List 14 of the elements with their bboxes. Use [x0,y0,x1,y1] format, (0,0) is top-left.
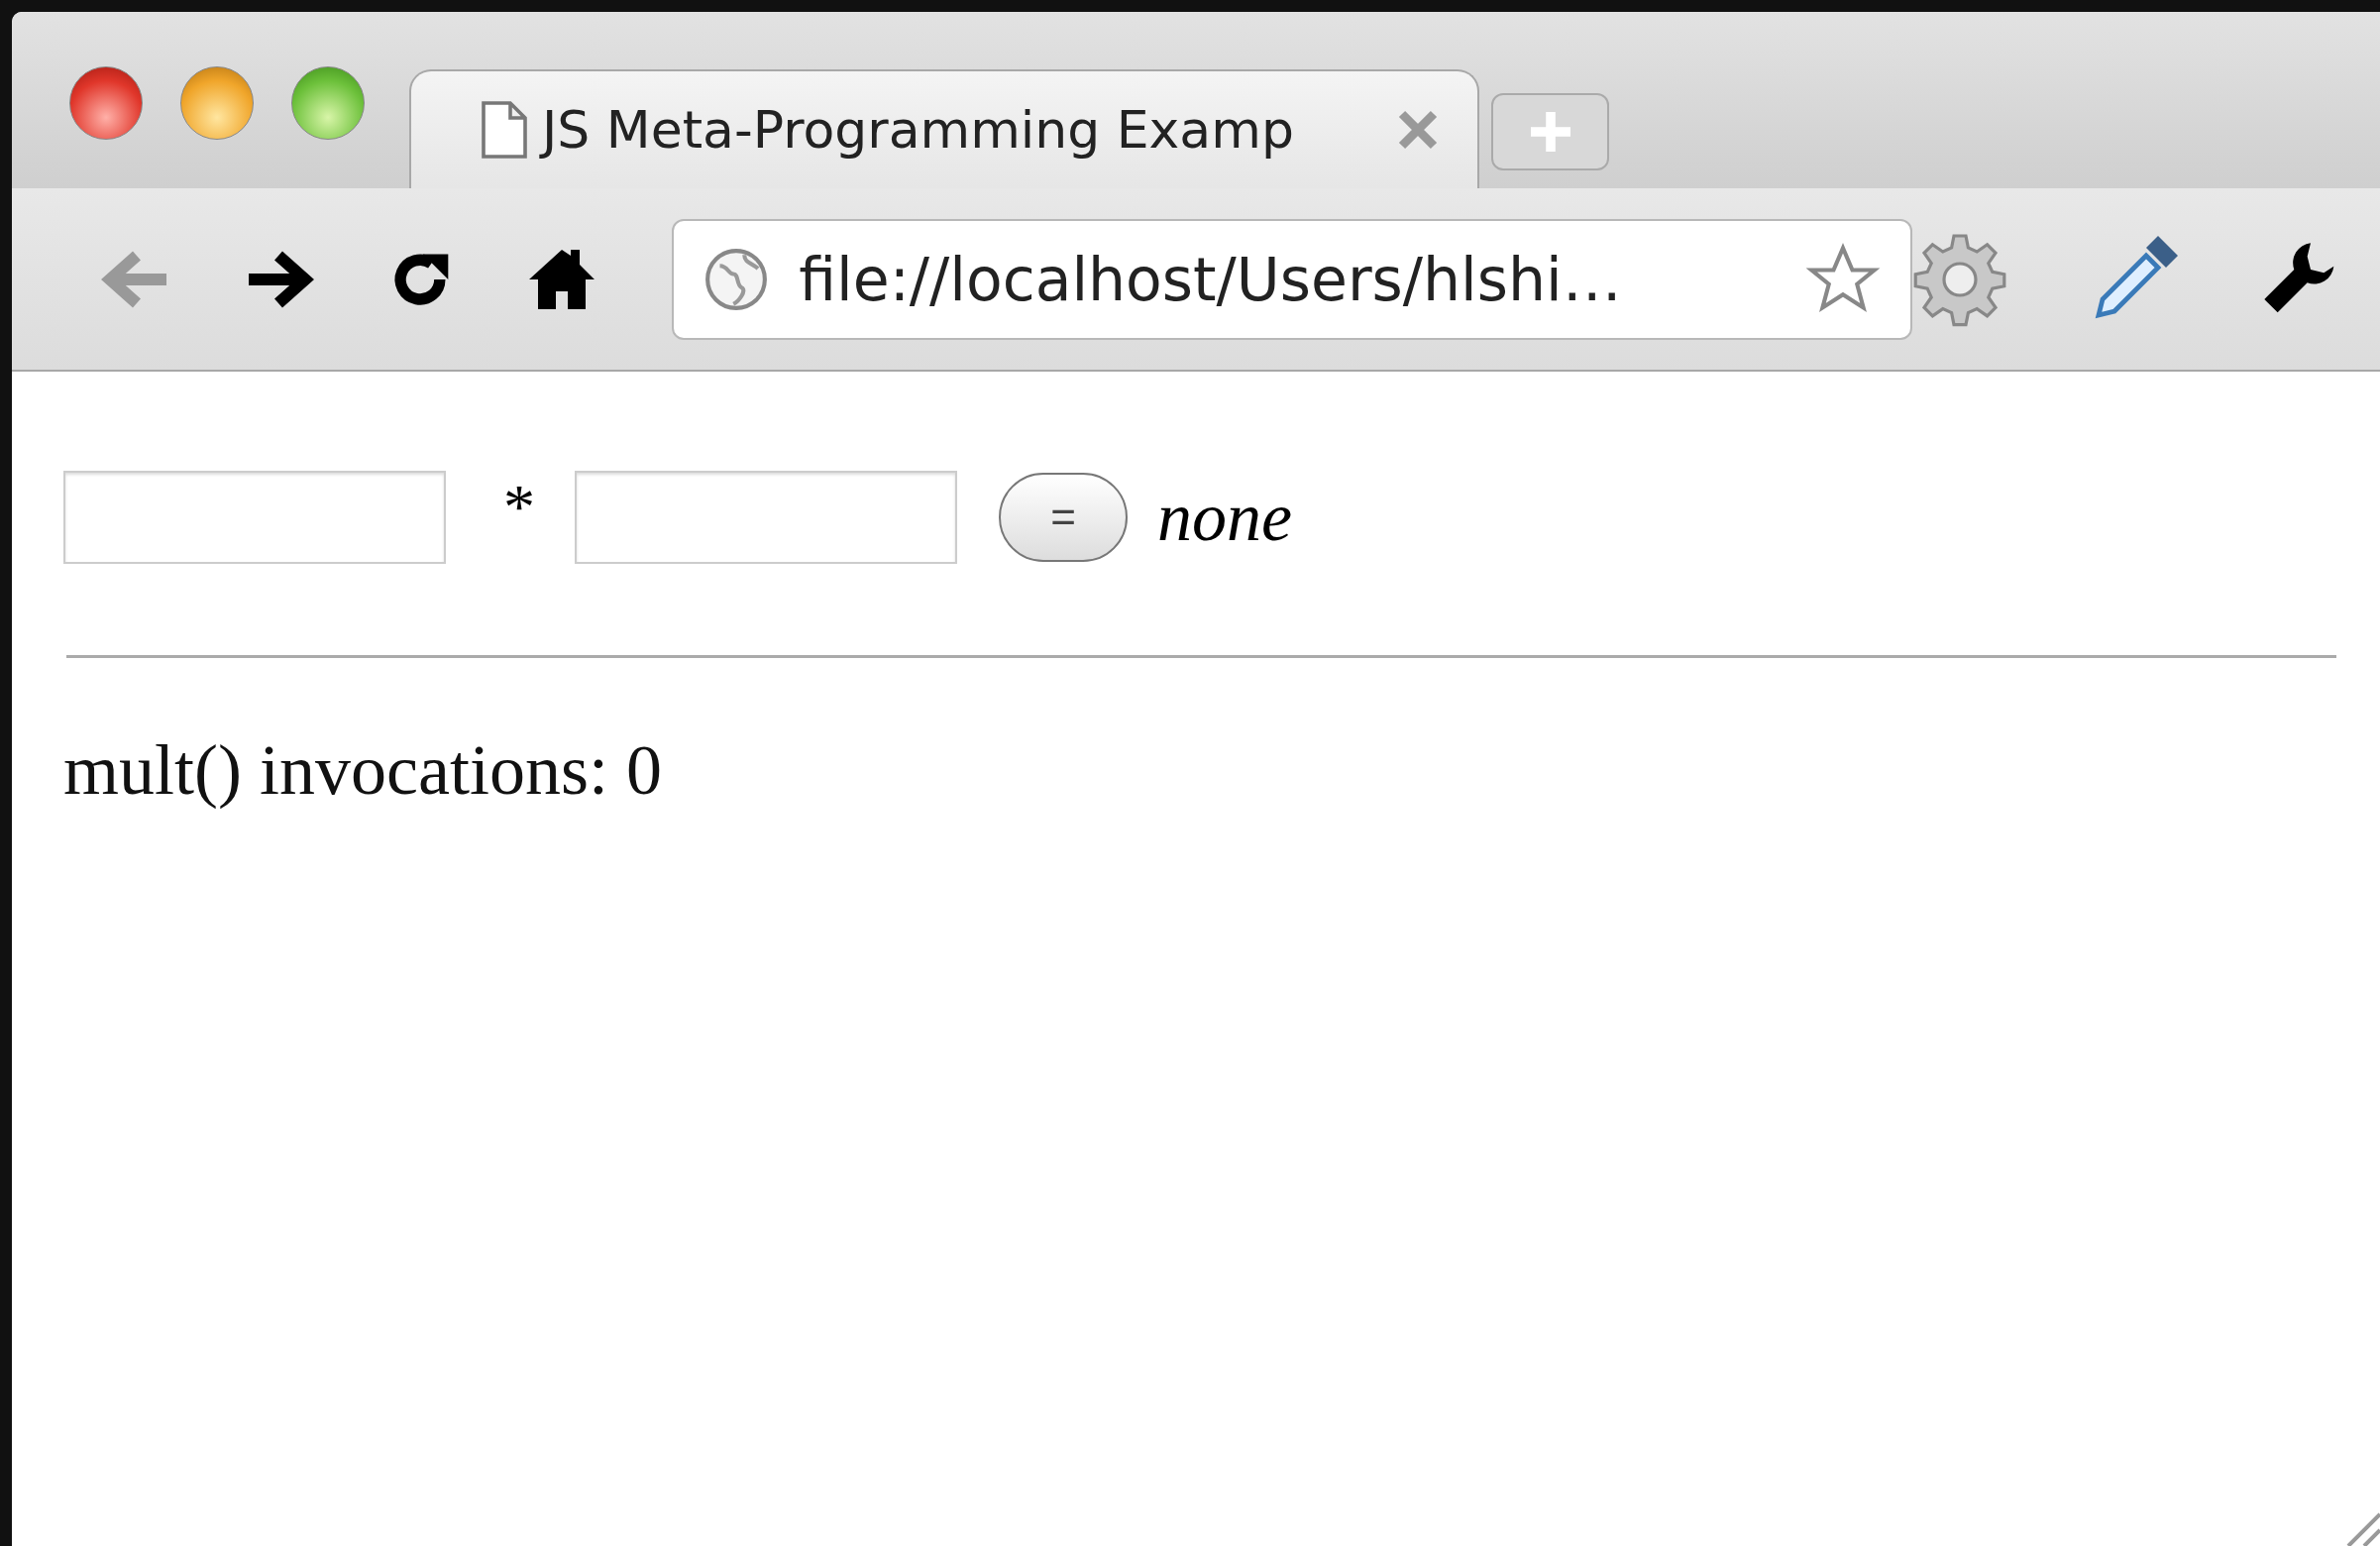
page-icon [481,99,528,161]
operator-label: * [503,471,535,544]
input-field[interactable] [63,471,446,564]
globe-icon [703,246,770,312]
invocation-count-text: mult() invocations: 0 [63,729,662,812]
plus-icon [1530,112,1570,152]
equals-button[interactable]: = [999,473,1128,562]
close-icon[interactable] [1398,110,1438,150]
result-text: none [1157,478,1293,557]
input-field[interactable] [575,471,957,564]
address-bar[interactable]: file://localhost/Users/hlshi… [672,218,1912,340]
browser-tab[interactable]: JS Meta-Programming Examp [409,69,1479,188]
new-tab-button[interactable] [1491,93,1609,170]
gear-icon[interactable] [1912,231,2007,327]
